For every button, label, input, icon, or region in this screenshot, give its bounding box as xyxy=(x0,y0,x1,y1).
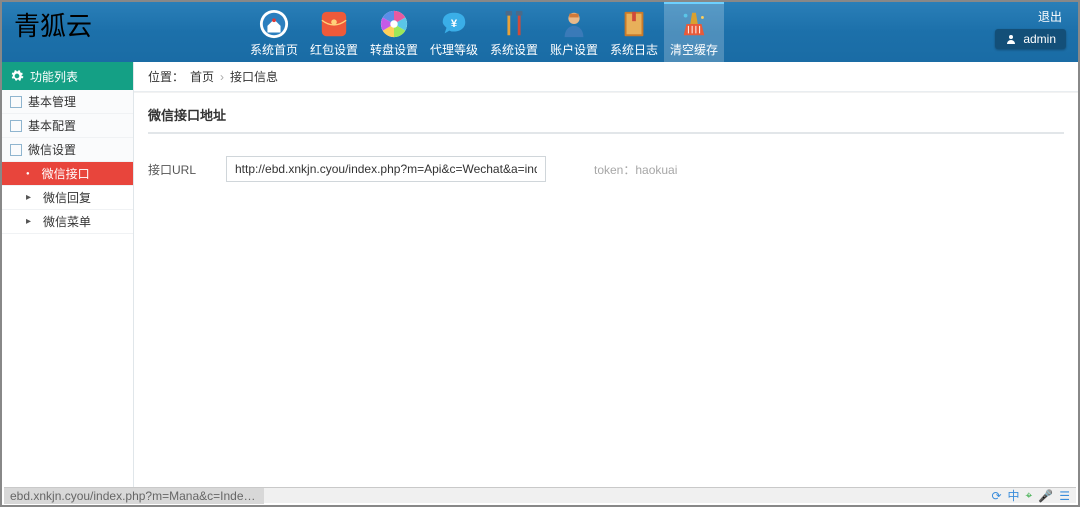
url-input[interactable] xyxy=(226,156,546,182)
sidebar-title: 功能列表 xyxy=(30,68,78,85)
sidebar-item-basic-manage[interactable]: 基本管理 xyxy=(2,90,133,114)
sidebar-item-wechat-api[interactable]: 微信接口 xyxy=(2,162,133,186)
sidebar-header: 功能列表 xyxy=(2,62,133,90)
status-icon-menu[interactable]: ☰ xyxy=(1059,489,1070,503)
status-icon-lang[interactable]: 中 xyxy=(1008,487,1020,504)
url-label: 接口URL xyxy=(148,161,208,178)
wheel-icon xyxy=(379,9,409,39)
status-icon-mic[interactable]: 🎤 xyxy=(1038,489,1053,503)
status-icon-refresh[interactable]: ⟳ xyxy=(991,489,1001,503)
panel: 微信接口地址 接口URL token：haokuai xyxy=(134,92,1078,487)
nav-logs[interactable]: 系统日志 xyxy=(604,2,664,62)
status-icon-target[interactable]: ⌖ xyxy=(1026,488,1033,503)
nav-account[interactable]: 账户设置 xyxy=(544,2,604,62)
topnav: 系统首页 红包设置 转盘设置 ¥ 代理等级 系统设置 账户设置 系统日志 清空缓 xyxy=(244,2,724,62)
user-icon xyxy=(559,9,589,39)
top-right: 退出 admin xyxy=(995,8,1066,49)
home-icon xyxy=(259,9,289,39)
sidebar: 功能列表 基本管理 基本配置 微信设置 微信接口 微信回复 微信菜单 xyxy=(2,62,134,487)
nav-cache[interactable]: 清空缓存 xyxy=(664,2,724,62)
group-icon xyxy=(10,96,22,108)
nav-system[interactable]: 系统设置 xyxy=(484,2,544,62)
topbar: 青狐云 系统首页 红包设置 转盘设置 ¥ 代理等级 系统设置 账户设置 系统日志 xyxy=(2,2,1078,62)
redpack-icon xyxy=(319,9,349,39)
sidebar-item-wechat-settings[interactable]: 微信设置 xyxy=(2,138,133,162)
panel-title: 微信接口地址 xyxy=(148,93,1064,134)
broom-icon xyxy=(679,9,709,39)
svg-text:¥: ¥ xyxy=(451,18,458,30)
yen-icon: ¥ xyxy=(439,9,469,39)
avatar-icon xyxy=(1005,33,1017,45)
nav-wheel[interactable]: 转盘设置 xyxy=(364,2,424,62)
crumb-home[interactable]: 首页 xyxy=(190,68,214,85)
statusbar: ebd.xnkjn.cyou/index.php?m=Mana&c=Index&… xyxy=(4,487,1076,503)
book-icon xyxy=(619,9,649,39)
tools-icon xyxy=(499,9,529,39)
status-url: ebd.xnkjn.cyou/index.php?m=Mana&c=Index&… xyxy=(4,488,264,504)
sidebar-item-basic-config[interactable]: 基本配置 xyxy=(2,114,133,138)
nav-home[interactable]: 系统首页 xyxy=(244,2,304,62)
token-text: token：haokuai xyxy=(594,161,677,178)
group-icon xyxy=(10,144,22,156)
crumb-prefix: 位置： xyxy=(148,68,184,85)
sidebar-item-wechat-reply[interactable]: 微信回复 xyxy=(2,186,133,210)
logo: 青狐云 xyxy=(2,2,104,47)
nav-redpack[interactable]: 红包设置 xyxy=(304,2,364,62)
sidebar-item-wechat-menu[interactable]: 微信菜单 xyxy=(2,210,133,234)
user-name: admin xyxy=(1023,32,1056,46)
gear-icon xyxy=(10,69,24,83)
user-badge[interactable]: admin xyxy=(995,29,1066,49)
breadcrumb: 位置： 首页 › 接口信息 xyxy=(134,62,1078,92)
crumb-sep: › xyxy=(220,70,224,84)
crumb-current: 接口信息 xyxy=(230,68,278,85)
url-row: 接口URL token：haokuai xyxy=(148,156,1064,182)
main: 位置： 首页 › 接口信息 微信接口地址 接口URL token：haokuai xyxy=(134,62,1078,487)
group-icon xyxy=(10,120,22,132)
status-icons: ⟳ 中 ⌖ 🎤 ☰ xyxy=(991,487,1076,504)
logout-link[interactable]: 退出 xyxy=(1038,8,1062,25)
nav-agent[interactable]: ¥ 代理等级 xyxy=(424,2,484,62)
